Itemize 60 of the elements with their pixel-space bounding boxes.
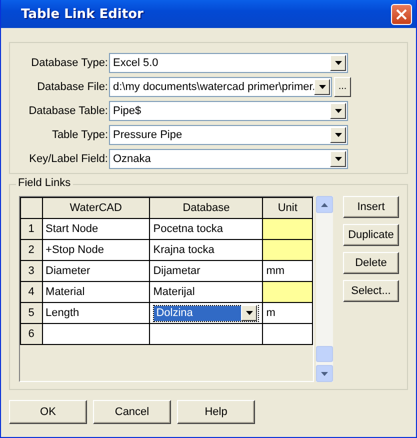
scrollbar[interactable]	[316, 196, 333, 382]
table-cell: Pocetna tocka	[150, 218, 263, 240]
dropdown-button[interactable]	[241, 305, 258, 321]
group-title: Field Links	[16, 177, 73, 189]
dropdown-field[interactable]: Oznaka	[109, 149, 348, 169]
dialog-button[interactable]: Help	[177, 400, 255, 424]
table-cell: Material	[42, 282, 150, 302]
table-cell: Start Node	[42, 218, 150, 240]
row-header[interactable]: 4	[20, 282, 42, 302]
dialog-button[interactable]: OK	[9, 400, 87, 424]
field-label: Key/Label Field:	[28, 153, 109, 165]
scroll-down-button[interactable]	[316, 365, 333, 382]
table-cell: Length	[42, 302, 150, 324]
caret-icon	[334, 61, 342, 65]
browse-button[interactable]: ...	[334, 77, 351, 97]
caret-icon	[334, 133, 342, 137]
field-label: Database Table:	[28, 105, 109, 117]
column-header[interactable]: Database	[150, 198, 263, 218]
caret-icon	[246, 311, 253, 315]
side-button[interactable]: Select...	[343, 280, 399, 302]
dropdown-field[interactable]: d:\my documents\watercad primer\primer.	[109, 77, 332, 97]
close-icon	[396, 8, 407, 20]
caret-icon	[318, 85, 326, 89]
row-header[interactable]: 1	[20, 218, 42, 240]
dropdown-field[interactable]: Pressure Pipe	[109, 125, 348, 145]
table-cell: +Stop Node	[42, 240, 150, 260]
caret-icon	[334, 109, 342, 113]
column-header[interactable]: WaterCAD	[42, 198, 150, 218]
table-cell: Diameter	[42, 260, 150, 282]
dropdown-button[interactable]	[330, 103, 346, 119]
side-button[interactable]: Duplicate	[343, 224, 399, 246]
close-button[interactable]	[391, 4, 412, 24]
chevron-down-icon	[321, 372, 328, 376]
table-cell: Dijametar	[150, 260, 263, 282]
scroll-up-button[interactable]	[316, 196, 333, 213]
dropdown-field[interactable]: Pipe$	[109, 101, 348, 121]
caret-icon	[334, 157, 342, 161]
scroll-thumb[interactable]	[316, 346, 333, 362]
dropdown-button[interactable]	[330, 127, 346, 143]
side-button[interactable]: Insert	[343, 196, 399, 218]
table-cell: Krajna tocka	[150, 240, 263, 260]
field-label: Database File:	[36, 81, 109, 93]
dropdown-field[interactable]: Excel 5.0	[109, 53, 348, 73]
row-header[interactable]: 5	[20, 302, 42, 324]
field-label: Database Type:	[30, 57, 109, 69]
window-title: Table Link Editor	[21, 6, 144, 22]
dialog-button[interactable]: Cancel	[93, 400, 171, 424]
row-header[interactable]: 6	[20, 324, 42, 344]
field-label: Table Type:	[50, 129, 109, 141]
table-cell: Materijal	[150, 282, 263, 302]
side-button[interactable]: Delete	[343, 252, 399, 274]
row-header[interactable]: 2	[20, 240, 42, 260]
dropdown-field[interactable]: Dolzina	[153, 304, 260, 322]
dropdown-button[interactable]	[330, 151, 346, 167]
dropdown-button[interactable]	[330, 55, 346, 71]
table-cell: m	[262, 302, 312, 324]
chevron-up-icon	[321, 202, 328, 206]
dropdown-button[interactable]	[314, 79, 330, 95]
row-header[interactable]: 3	[20, 260, 42, 282]
column-header[interactable]: Unit	[262, 198, 312, 218]
